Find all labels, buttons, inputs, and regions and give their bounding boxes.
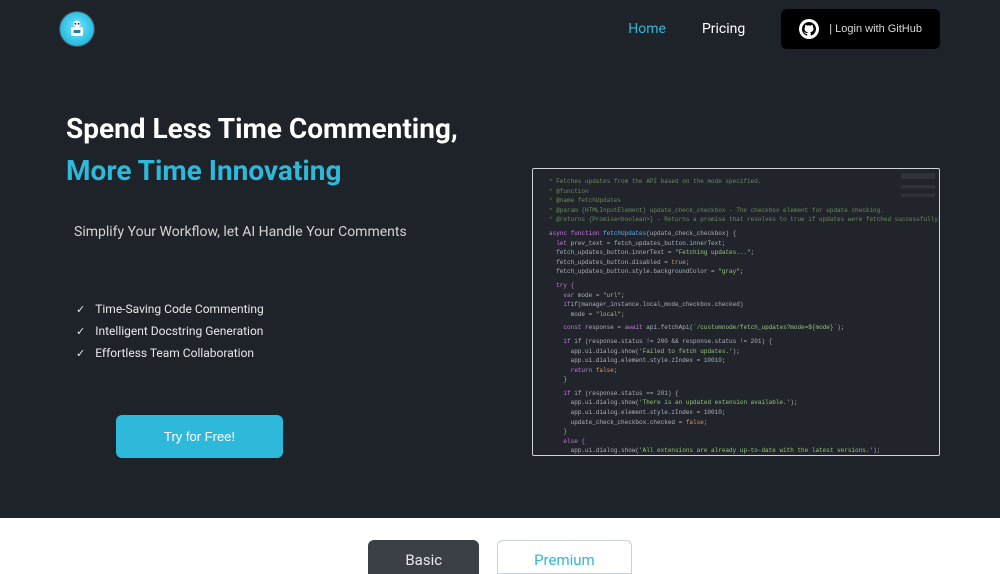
code-preview: * Fetches updates from the API based on … [532, 168, 940, 456]
pricing-tabs: Basic Premium [0, 518, 1000, 574]
hero-section: Spend Less Time Commenting, More Time In… [0, 58, 1000, 518]
tab-basic[interactable]: Basic [368, 540, 479, 574]
feature-item: Effortless Team Collaboration [76, 344, 492, 363]
hero-title: Spend Less Time Commenting, More Time In… [66, 108, 492, 192]
hero-title-accent: More Time Innovating [66, 154, 341, 187]
try-free-button[interactable]: Try for Free! [116, 415, 283, 458]
nav: Home Pricing | Login with GitHub [628, 9, 940, 49]
feature-item: Time-Saving Code Commenting [76, 300, 492, 319]
hero-content: Spend Less Time Commenting, More Time In… [66, 108, 492, 458]
nav-home[interactable]: Home [628, 21, 666, 37]
login-label: | Login with GitHub [829, 23, 922, 35]
feature-list: Time-Saving Code Commenting Intelligent … [66, 300, 492, 364]
logo[interactable] [60, 12, 94, 46]
nav-pricing[interactable]: Pricing [702, 21, 745, 37]
header: Home Pricing | Login with GitHub [0, 0, 1000, 58]
tab-premium[interactable]: Premium [497, 540, 632, 574]
minimap [901, 173, 935, 233]
feature-item: Intelligent Docstring Generation [76, 322, 492, 341]
login-github-button[interactable]: | Login with GitHub [781, 9, 940, 49]
robot-icon [65, 17, 89, 41]
hero-title-plain: Spend Less Time Commenting, [66, 112, 458, 145]
hero-subtitle: Simplify Your Workflow, let AI Handle Yo… [66, 224, 492, 240]
github-icon [799, 19, 819, 39]
